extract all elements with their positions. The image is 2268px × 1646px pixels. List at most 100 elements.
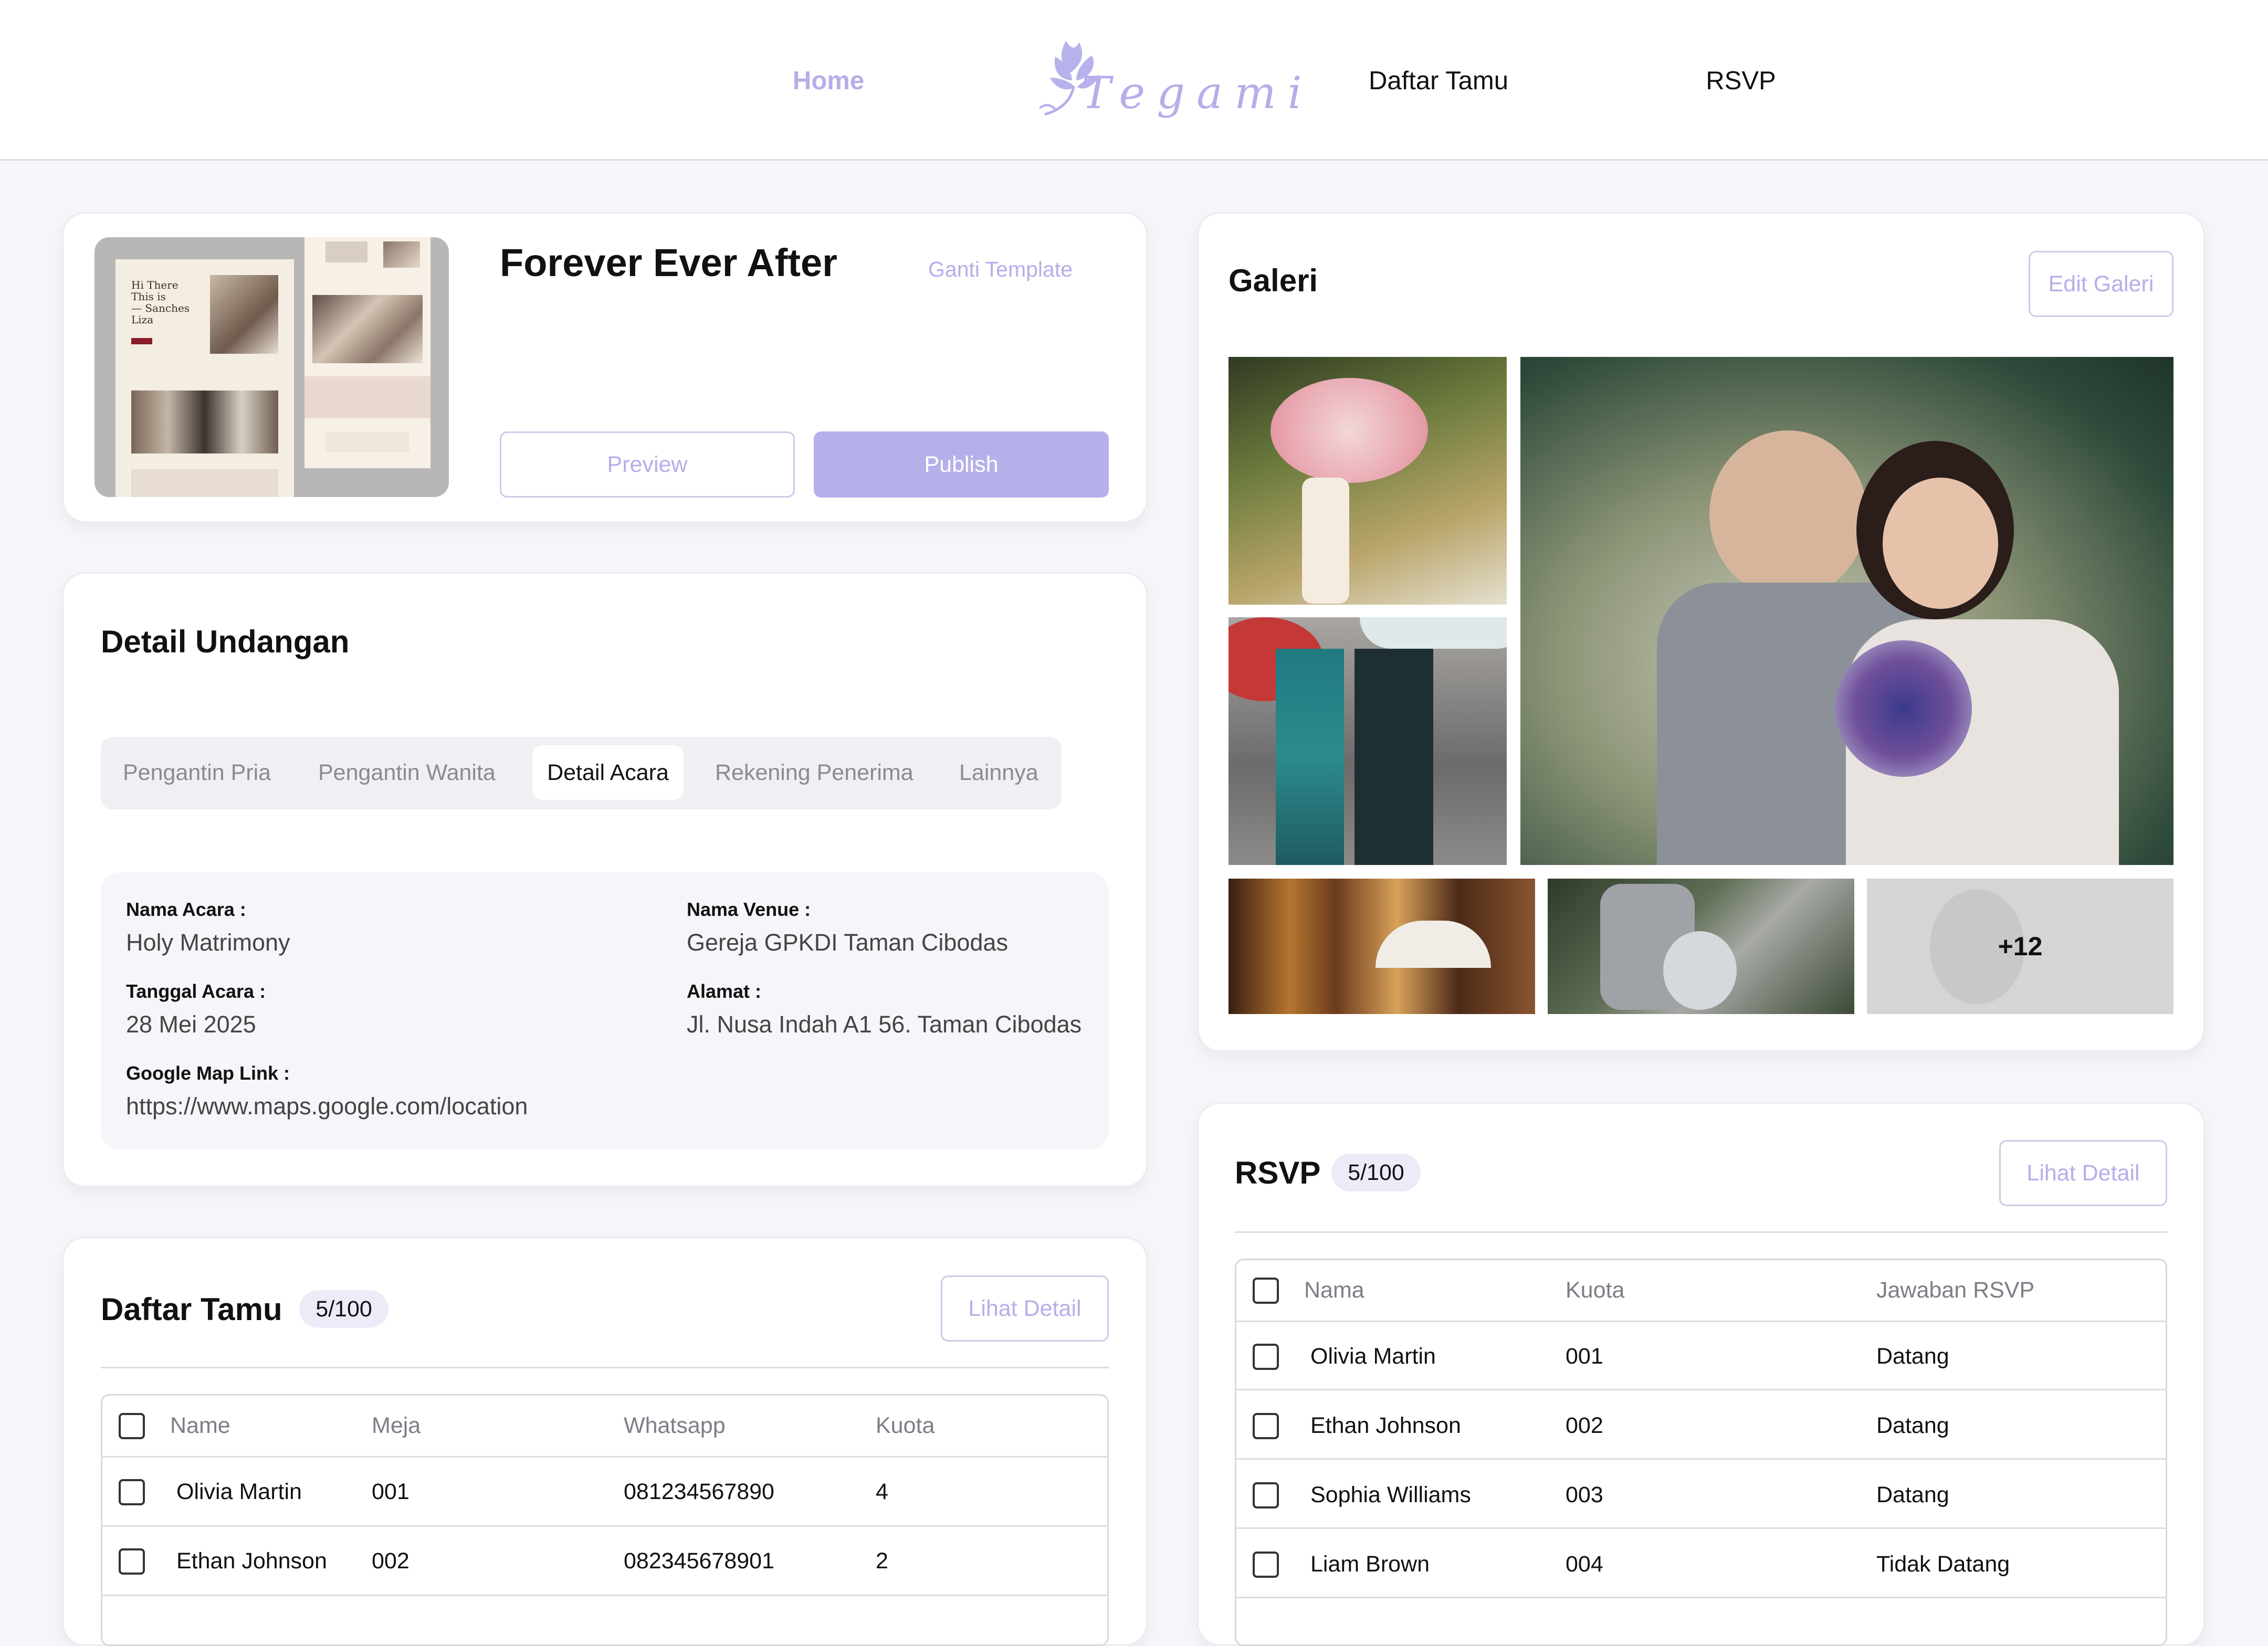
rsvp-name: Liam Brown xyxy=(1310,1552,1430,1577)
gallery-photo-umbrella[interactable] xyxy=(1228,357,1507,605)
rsvp-name: Sophia Williams xyxy=(1310,1482,1471,1507)
select-all-checkbox[interactable] xyxy=(119,1413,145,1439)
template-page-right xyxy=(304,237,430,468)
venue-label: Nama Venue : xyxy=(687,899,811,920)
bride-face xyxy=(1883,478,1998,609)
groom-face xyxy=(1709,430,1867,598)
column-header-name[interactable]: Name xyxy=(170,1413,230,1439)
column-header-meja[interactable]: Meja xyxy=(372,1413,421,1439)
address-value: Jl. Nusa Indah A1 56. Taman Cibodas xyxy=(687,1011,1082,1038)
template-page-left: Hi There This is — Sanches Liza xyxy=(116,259,294,497)
rsvp-quota: 004 xyxy=(1566,1552,1603,1577)
guest-list-title: Daftar Tamu xyxy=(101,1292,282,1327)
gallery-title: Galeri xyxy=(1228,263,1318,298)
umbrella-shape xyxy=(1376,921,1491,968)
row-divider xyxy=(1235,1389,2167,1390)
nav-daftar-tamu[interactable]: Daftar Tamu xyxy=(1369,66,1508,96)
column-header-nama[interactable]: Nama xyxy=(1304,1278,1364,1303)
gallery-photo-couple-walking[interactable] xyxy=(1228,617,1507,865)
row-checkbox[interactable] xyxy=(1253,1344,1279,1370)
tab-pengantin-wanita[interactable]: Pengantin Wanita xyxy=(318,760,496,786)
row-divider xyxy=(1235,1458,2167,1460)
guest-table xyxy=(101,1394,1109,1646)
guest-name: Olivia Martin xyxy=(176,1479,302,1504)
template-title: Forever Ever After xyxy=(500,241,837,284)
section-divider xyxy=(1235,1231,2167,1233)
tab-pengantin-pria[interactable]: Pengantin Pria xyxy=(123,760,271,786)
row-checkbox[interactable] xyxy=(1253,1552,1279,1578)
column-header-kuota[interactable]: Kuota xyxy=(876,1413,934,1439)
nav-home[interactable]: Home xyxy=(793,66,864,96)
template-footer-block xyxy=(131,469,278,497)
guest-count-badge: 5/100 xyxy=(299,1290,388,1328)
venue-value: Gereja GPKDI Taman Cibodas xyxy=(687,929,1008,956)
map-link-value[interactable]: https://www.maps.google.com/location xyxy=(126,1093,528,1120)
rsvp-name: Olivia Martin xyxy=(1310,1344,1436,1369)
guest-list-detail-button[interactable]: Lihat Detail xyxy=(941,1275,1109,1342)
gallery-photo-featured[interactable] xyxy=(1520,357,2174,865)
row-divider xyxy=(1235,1527,2167,1529)
rsvp-title: RSVP xyxy=(1235,1155,1321,1190)
rsvp-answer: Datang xyxy=(1876,1413,1949,1438)
row-checkbox[interactable] xyxy=(119,1479,145,1505)
rsvp-answer: Tidak Datang xyxy=(1876,1552,2010,1577)
guest-whatsapp: 081234567890 xyxy=(624,1479,774,1504)
template-block xyxy=(326,431,410,452)
column-header-whatsapp[interactable]: Whatsapp xyxy=(624,1413,726,1439)
rsvp-quota: 001 xyxy=(1566,1344,1603,1369)
tab-rekening-penerima[interactable]: Rekening Penerima xyxy=(715,760,914,786)
template-greeting: Hi There This is — Sanches Liza xyxy=(131,279,190,325)
tab-detail-acara[interactable]: Detail Acara xyxy=(532,745,684,800)
template-block xyxy=(304,376,430,418)
template-greeting-line: Liza xyxy=(131,313,154,326)
more-photos-count: +12 xyxy=(1998,932,2043,961)
guest-quota: 4 xyxy=(876,1479,888,1504)
template-button-shape xyxy=(131,338,152,344)
guest-quota: 2 xyxy=(876,1548,888,1574)
kimono-figure xyxy=(1302,478,1349,604)
event-name-label: Nama Acara : xyxy=(126,899,246,920)
row-checkbox[interactable] xyxy=(119,1548,145,1575)
rsvp-detail-button[interactable]: Lihat Detail xyxy=(1999,1140,2167,1206)
rsvp-answer: Datang xyxy=(1876,1482,1949,1507)
tegami-logo-text[interactable]: Tegami xyxy=(1082,67,1314,119)
event-date-label: Tanggal Acara : xyxy=(126,980,266,1002)
column-header-kuota[interactable]: Kuota xyxy=(1566,1278,1624,1303)
event-date-value: 28 Mei 2025 xyxy=(126,1011,256,1038)
row-divider xyxy=(1235,1321,2167,1322)
address-label: Alamat : xyxy=(687,980,762,1002)
row-divider xyxy=(101,1525,1109,1527)
gallery-photo-temple[interactable] xyxy=(1228,879,1535,1014)
kimono-figure xyxy=(1276,649,1344,865)
gallery-more-photos[interactable]: +12 xyxy=(1867,879,2174,1014)
row-checkbox[interactable] xyxy=(1253,1482,1279,1508)
template-photo xyxy=(210,275,278,354)
template-photo xyxy=(383,241,420,268)
template-preview-thumbnail[interactable]: Hi There This is — Sanches Liza xyxy=(94,237,449,497)
veil-shape xyxy=(1663,931,1737,1010)
tab-lainnya[interactable]: Lainnya xyxy=(959,760,1038,786)
template-photo-strip xyxy=(131,391,278,453)
rsvp-quota: 003 xyxy=(1566,1482,1603,1507)
row-divider xyxy=(1235,1597,2167,1598)
white-umbrella-shape xyxy=(1360,617,1507,649)
template-greeting-line: Hi There xyxy=(131,279,178,291)
preview-button[interactable]: Preview xyxy=(500,431,795,498)
row-divider xyxy=(101,1456,1109,1458)
nav-rsvp[interactable]: RSVP xyxy=(1706,66,1776,96)
select-all-checkbox[interactable] xyxy=(1253,1278,1279,1304)
publish-button[interactable]: Publish xyxy=(814,431,1109,498)
row-checkbox[interactable] xyxy=(1253,1413,1279,1439)
section-divider xyxy=(101,1367,1109,1368)
gallery-photo-veil[interactable] xyxy=(1548,879,1854,1014)
map-link-label: Google Map Link : xyxy=(126,1062,290,1084)
bouquet xyxy=(1835,640,1972,777)
guest-table-number: 001 xyxy=(372,1479,410,1504)
edit-gallery-button[interactable]: Edit Galeri xyxy=(2029,251,2174,317)
column-header-jawaban-rsvp[interactable]: Jawaban RSVP xyxy=(1876,1278,2034,1303)
rsvp-table xyxy=(1235,1259,2167,1646)
guest-name: Ethan Johnson xyxy=(176,1548,327,1574)
guest-whatsapp: 082345678901 xyxy=(624,1548,774,1574)
template-block xyxy=(326,241,368,262)
change-template-link[interactable]: Ganti Template xyxy=(928,257,1073,282)
